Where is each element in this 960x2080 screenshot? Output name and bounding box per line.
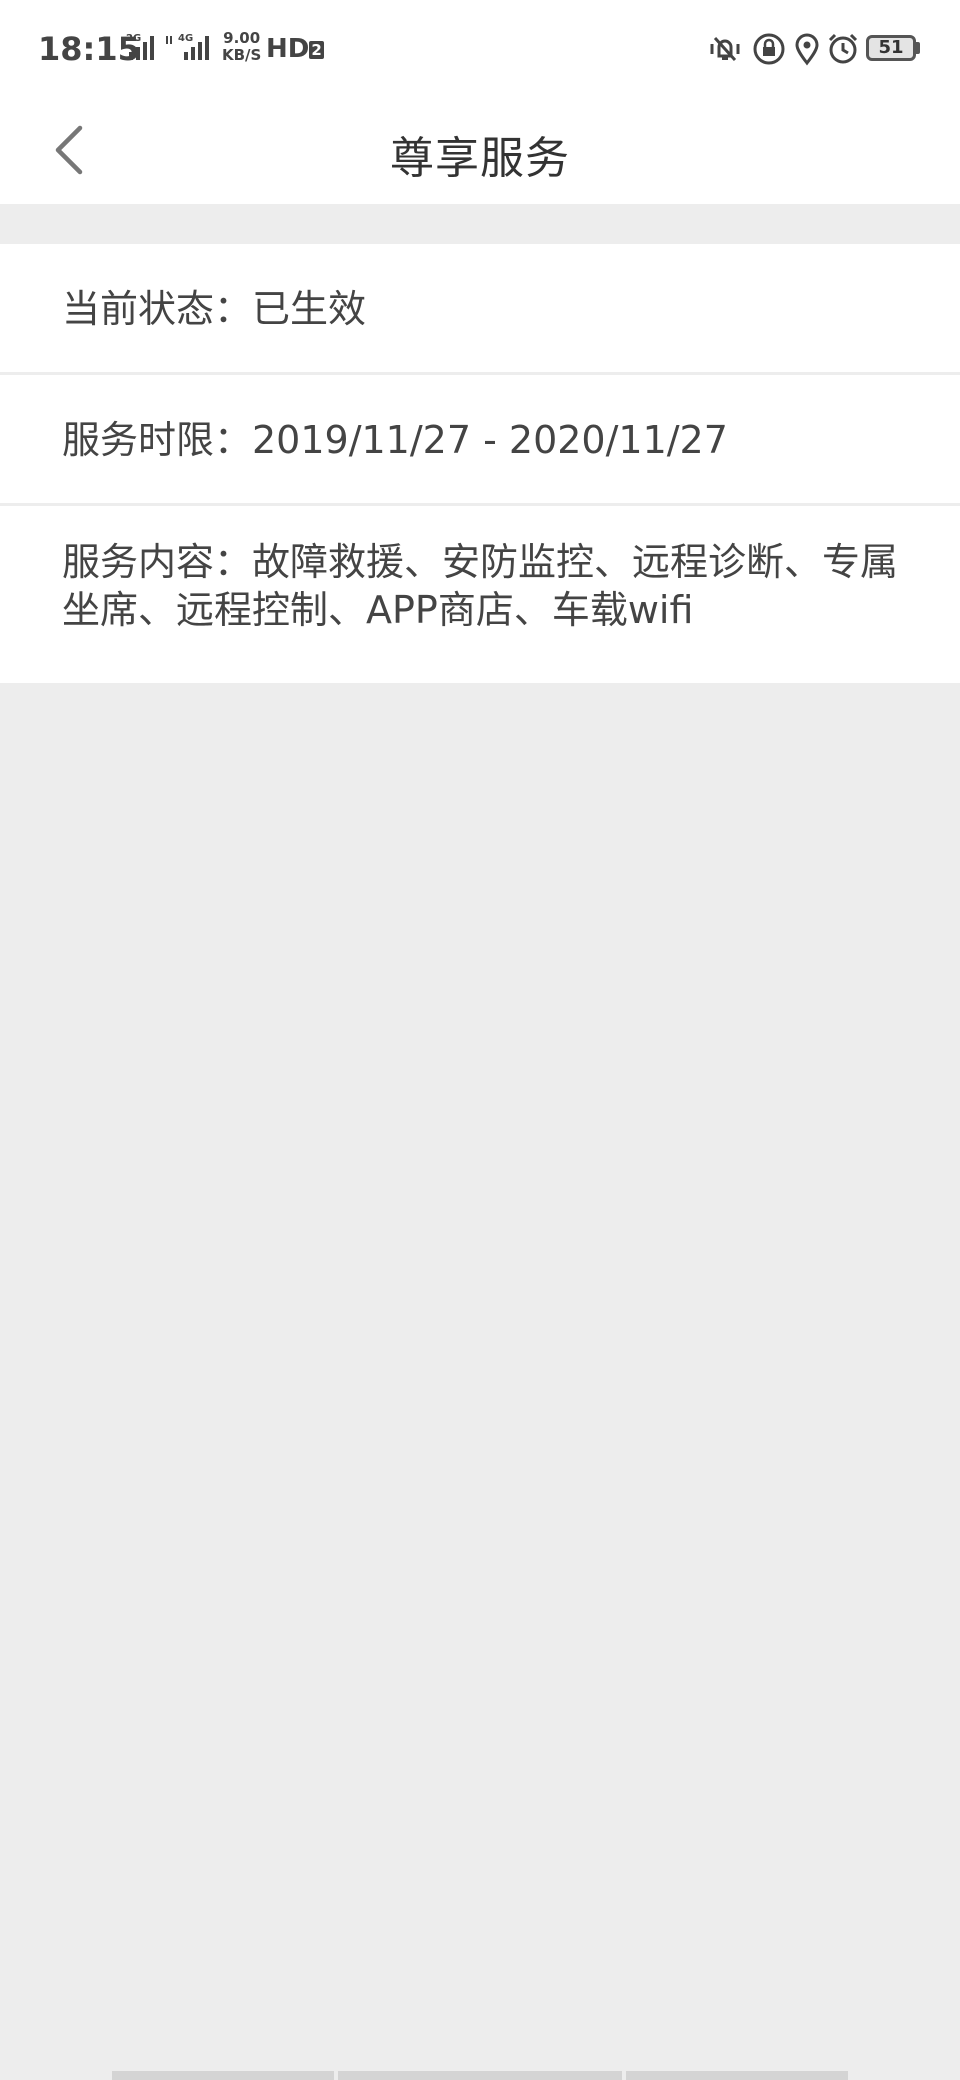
status-text: 当前状态：已生效	[62, 287, 367, 331]
vibrate-icon	[710, 36, 740, 62]
content-row: 服务内容：故障救援、安防监控、远程诊断、专属坐席、远程控制、APP商店、车载wi…	[0, 506, 960, 683]
status-row: 当前状态：已生效	[0, 244, 960, 375]
battery-icon: 51	[866, 35, 916, 61]
gesture-bar-center	[338, 2071, 622, 2080]
signal-4g-icon: 4G	[166, 33, 209, 60]
hd-badge: HD 2	[266, 34, 324, 64]
net-speed-unit: KB/S	[222, 46, 262, 64]
status-time: 18:15	[38, 30, 140, 68]
hd-label: HD	[266, 34, 310, 64]
sim2-label: 4G	[178, 33, 193, 44]
page-title: 尊享服务	[390, 133, 570, 184]
battery-level: 51	[878, 37, 904, 58]
battery-tip	[916, 42, 920, 54]
sim1-label: 2G	[126, 33, 141, 44]
gesture-bar-right	[626, 2071, 848, 2080]
service-details: 当前状态：已生效 服务时限：2019/11/27 - 2020/11/27 服务…	[0, 244, 960, 683]
signal-icon: 2G	[126, 33, 154, 60]
net-speed-value: 9.00	[223, 29, 261, 47]
period-row: 服务时限：2019/11/27 - 2020/11/27	[0, 375, 960, 506]
nav-bar: 尊享服务	[0, 100, 960, 204]
gesture-bar-left	[112, 2071, 334, 2080]
period-text: 服务时限：2019/11/27 - 2020/11/27	[62, 418, 728, 462]
rotation-lock-icon	[753, 33, 785, 65]
content-text: 服务内容：故障救援、安防监控、远程诊断、专属坐席、远程控制、APP商店、车载wi…	[62, 540, 899, 632]
alarm-icon	[828, 33, 858, 64]
location-icon	[795, 33, 819, 66]
hd-sub: 2	[309, 40, 324, 59]
net-speed: 9.00 KB/S	[222, 30, 261, 64]
status-bar: 18:15 2G 4G 9.00 KB/S HD 2 51	[0, 0, 960, 100]
